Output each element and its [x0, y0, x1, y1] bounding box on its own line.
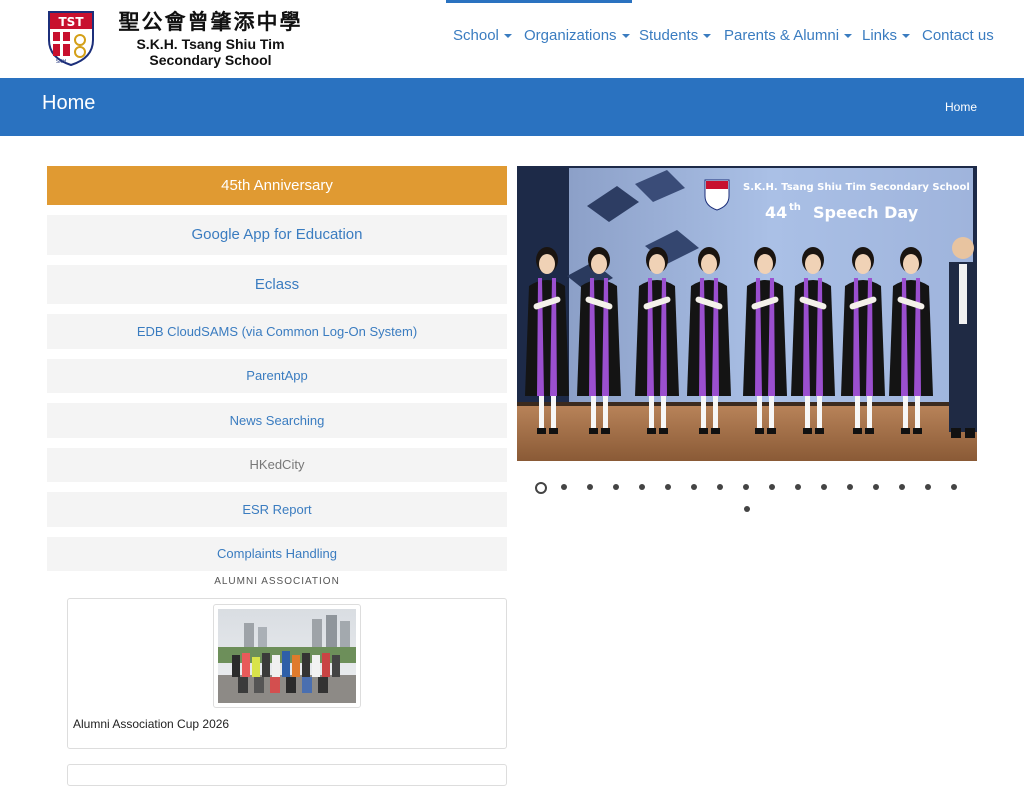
slider-dot[interactable]: [899, 484, 905, 490]
link-edb-cloudsams[interactable]: EDB CloudSAMS (via Common Log-On System): [47, 314, 507, 349]
nav-students[interactable]: Students: [639, 27, 712, 44]
school-name-english-line2: Secondary School: [149, 52, 272, 68]
site-header: TST SKH 聖公會曾肇添中學 S.K.H. Tsang Shiu Tim S…: [0, 0, 1024, 78]
logo-text: TST: [58, 15, 84, 29]
school-name-english-line1: S.K.H. Tsang Shiu Tim: [136, 36, 285, 52]
slide-event-suffix: th: [789, 202, 801, 213]
link-google-app-for-education[interactable]: Google App for Education: [47, 215, 507, 255]
slider-dot[interactable]: [744, 506, 750, 512]
chevron-down-icon: [703, 34, 712, 39]
link-parentapp[interactable]: ParentApp: [47, 359, 507, 393]
chevron-down-icon: [621, 34, 630, 39]
slider-dot[interactable]: [561, 484, 567, 490]
breadcrumb[interactable]: Home: [945, 100, 977, 114]
nav-contact-us[interactable]: Contact us: [922, 27, 994, 44]
slide-event-title: Speech Day: [813, 203, 919, 222]
nav-organizations-label: Organizations: [524, 27, 617, 44]
page-title: Home: [42, 92, 96, 114]
link-hkedcity[interactable]: HKedCity: [47, 448, 507, 482]
slider-dot[interactable]: [925, 484, 931, 490]
link-complaints-handling[interactable]: Complaints Handling: [47, 537, 507, 571]
nav-school[interactable]: School: [453, 27, 512, 44]
nav-parents-alumni-label: Parents & Alumni: [724, 27, 840, 44]
school-logo[interactable]: TST SKH: [47, 10, 95, 67]
slider-dot[interactable]: [665, 484, 671, 490]
next-card: [67, 764, 507, 786]
link-eclass[interactable]: Eclass: [47, 265, 507, 304]
nav-school-label: School: [453, 27, 499, 44]
chevron-down-icon: [503, 34, 512, 39]
slider-dot[interactable]: [821, 484, 827, 490]
nav-links[interactable]: Links: [862, 27, 911, 44]
slider-dot[interactable]: [535, 482, 547, 494]
slider-dot[interactable]: [951, 484, 957, 490]
slider-dot[interactable]: [639, 484, 645, 490]
slider-dot[interactable]: [587, 484, 593, 490]
slider-dot[interactable]: [873, 484, 879, 490]
slider-dot[interactable]: [717, 484, 723, 490]
slider-dot[interactable]: [613, 484, 619, 490]
slider-dot[interactable]: [795, 484, 801, 490]
logo-subtext: SKH: [56, 59, 66, 65]
chevron-down-icon: [902, 34, 911, 39]
school-name[interactable]: 聖公會曾肇添中學 S.K.H. Tsang Shiu Tim Secondary…: [108, 8, 313, 68]
alumni-caption[interactable]: Alumni Association Cup 2026: [73, 717, 229, 731]
nav-students-label: Students: [639, 27, 699, 44]
slider-dot[interactable]: [743, 484, 749, 490]
link-45th-anniversary[interactable]: 45th Anniversary: [47, 166, 507, 205]
slide-school-name: S.K.H. Tsang Shiu Tim Secondary School: [743, 182, 970, 193]
nav-links-label: Links: [862, 27, 898, 44]
alumni-section-label: ALUMNI ASSOCIATION: [214, 576, 340, 587]
nav-organizations[interactable]: Organizations: [524, 27, 630, 44]
speech-day-slide[interactable]: S.K.H. Tsang Shiu Tim Secondary School 4…: [517, 166, 977, 461]
slide-event-number: 44: [765, 203, 787, 222]
chevron-down-icon: [844, 34, 853, 39]
page-title-bar: Home Home: [0, 78, 1024, 136]
nav-contact-us-label: Contact us: [922, 27, 994, 44]
link-news-searching[interactable]: News Searching: [47, 403, 507, 438]
slider-dot[interactable]: [691, 484, 697, 490]
slider-dot[interactable]: [847, 484, 853, 490]
alumni-photo[interactable]: [213, 604, 361, 708]
school-name-chinese: 聖公會曾肇添中學: [118, 10, 303, 34]
slider-dot[interactable]: [769, 484, 775, 490]
link-esr-report[interactable]: ESR Report: [47, 492, 507, 527]
alumni-card[interactable]: Alumni Association Cup 2026: [67, 598, 507, 749]
nav-parents-alumni[interactable]: Parents & Alumni: [724, 27, 853, 44]
nav-active-indicator: [446, 0, 632, 3]
